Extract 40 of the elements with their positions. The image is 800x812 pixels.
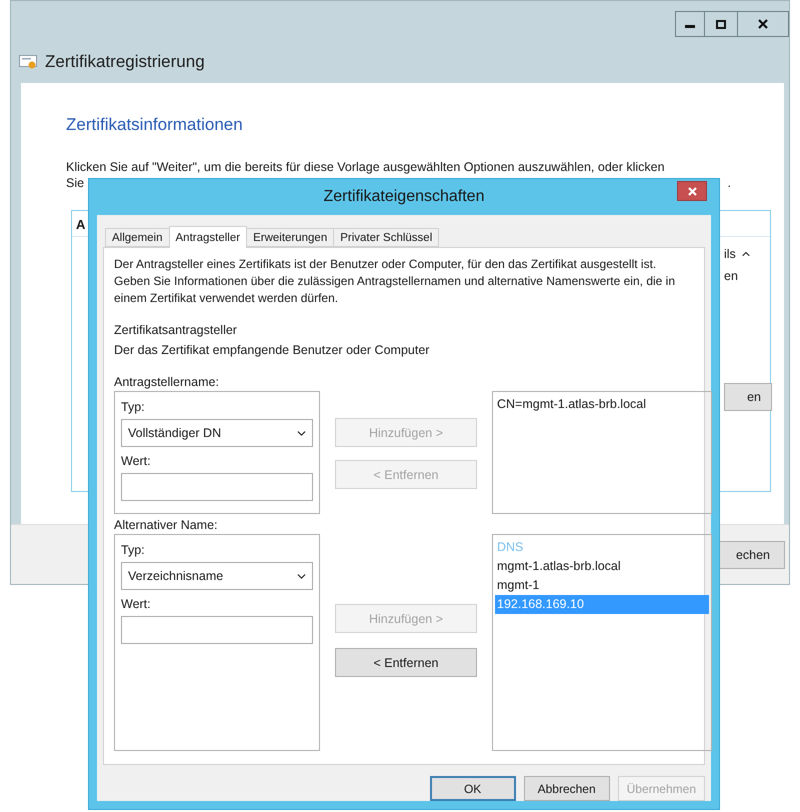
minimize-button[interactable]: [675, 11, 705, 37]
type-dropdown[interactable]: Vollständiger DN: [121, 419, 313, 447]
section-title: Zertifikatsantragsteller: [114, 323, 238, 337]
instruction-text: Sie: [66, 175, 84, 191]
maximize-icon: [716, 20, 726, 28]
panel-button[interactable]: en: [724, 383, 772, 411]
list-item[interactable]: CN=mgmt-1.atlas-brb.local: [495, 395, 709, 414]
close-button[interactable]: [737, 11, 789, 37]
dialog-button[interactable]: Abbrechen: [524, 776, 610, 801]
type-label: Typ:: [121, 400, 146, 414]
tab[interactable]: Antragsteller: [168, 226, 248, 248]
instruction-text: Klicken Sie auf "Weiter", um die bereits für diese Vorlage ausgewählten Optionen auszuwählen, oder klicken: [66, 159, 666, 175]
list-item[interactable]: mgmt-1: [495, 576, 709, 595]
close-icon: [688, 186, 696, 196]
value-field[interactable]: [121, 473, 313, 501]
type-dropdown[interactable]: Verzeichnisname: [121, 562, 313, 590]
group-label: Alternativer Name:: [114, 518, 219, 532]
value-label: Wert:: [121, 454, 152, 468]
tab[interactable]: Erweiterungen: [246, 228, 334, 247]
details-text: en: [724, 269, 739, 283]
certificate-icon: [19, 55, 37, 69]
value-label: Wert:: [121, 597, 152, 611]
window-title: Zertifikatregistrierung: [45, 52, 205, 72]
remove-button[interactable]: < Entfernen: [335, 648, 477, 677]
details-text: ils: [724, 247, 770, 261]
dialog-title: Zertifikateigenschaften: [324, 188, 484, 206]
section-hint: Der das Zertifikat empfangende Benutzer oder Computer: [114, 343, 430, 357]
list-item[interactable]: mgmt-1.atlas-brb.local: [495, 557, 709, 576]
maximize-button[interactable]: [704, 11, 738, 37]
description-text: Der Antragsteller eines Zertifikats ist der Benutzer oder Computer, für den das Zertifikat ausgestellt ist. Geben Sie Informationen über die zulässigen Antragstellernamen und alternative Namenswerte ein, die in einem Zertifikat verwendet werden dürfen.: [114, 256, 676, 307]
close-button[interactable]: [677, 181, 707, 201]
page-heading: Zertifikatsinformationen: [66, 115, 244, 135]
group-label: Antragstellername:: [114, 375, 220, 389]
tab[interactable]: Allgemein: [105, 228, 170, 247]
type-label: Typ:: [121, 543, 146, 557]
dialog-button[interactable]: OK: [430, 776, 516, 801]
value-field[interactable]: [121, 616, 313, 644]
tab[interactable]: Privater Schlüssel: [333, 228, 440, 247]
instruction-text: .: [728, 175, 731, 191]
close-icon: [758, 19, 768, 29]
